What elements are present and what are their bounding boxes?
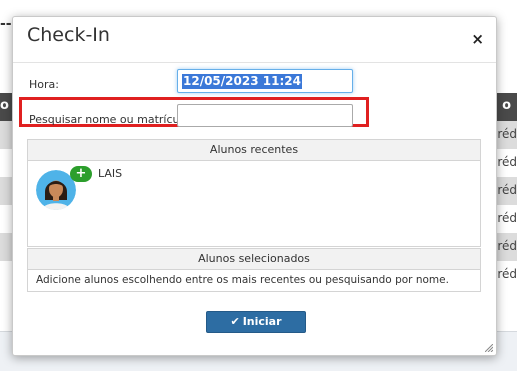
checkin-modal: Check-In × Hora: 12/05/2023 11:24 Pesqui… (12, 16, 497, 356)
modal-title: Check-In (27, 24, 110, 46)
add-student-icon[interactable]: + (70, 166, 92, 182)
hora-input[interactable]: 12/05/2023 11:24 (177, 69, 353, 93)
selected-students-header: Alunos selecionados (28, 249, 480, 270)
hora-label: Hora: (29, 78, 59, 91)
hora-value: 12/05/2023 11:24 (182, 74, 302, 89)
search-label: Pesquisar nome ou matrícula: (29, 113, 193, 126)
recent-students-header: Alunos recentes (28, 140, 480, 161)
start-button-label: Iniciar (242, 315, 282, 328)
selected-students-hint: Adicione alunos escolhendo entre os mais… (36, 274, 449, 286)
student-name: LAIS (98, 167, 123, 180)
start-button[interactable]: ✔ Iniciar (206, 311, 306, 333)
selected-students-panel: Alunos selecionados Adicione alunos esco… (27, 248, 481, 292)
background-header-right: o (502, 98, 511, 113)
resize-grip-icon[interactable] (485, 344, 493, 352)
search-input[interactable] (177, 104, 353, 127)
recent-students-panel: Alunos recentes + LAIS (27, 139, 481, 247)
close-icon[interactable]: × (471, 30, 484, 48)
check-icon: ✔ (230, 315, 240, 328)
title-divider (13, 62, 496, 63)
